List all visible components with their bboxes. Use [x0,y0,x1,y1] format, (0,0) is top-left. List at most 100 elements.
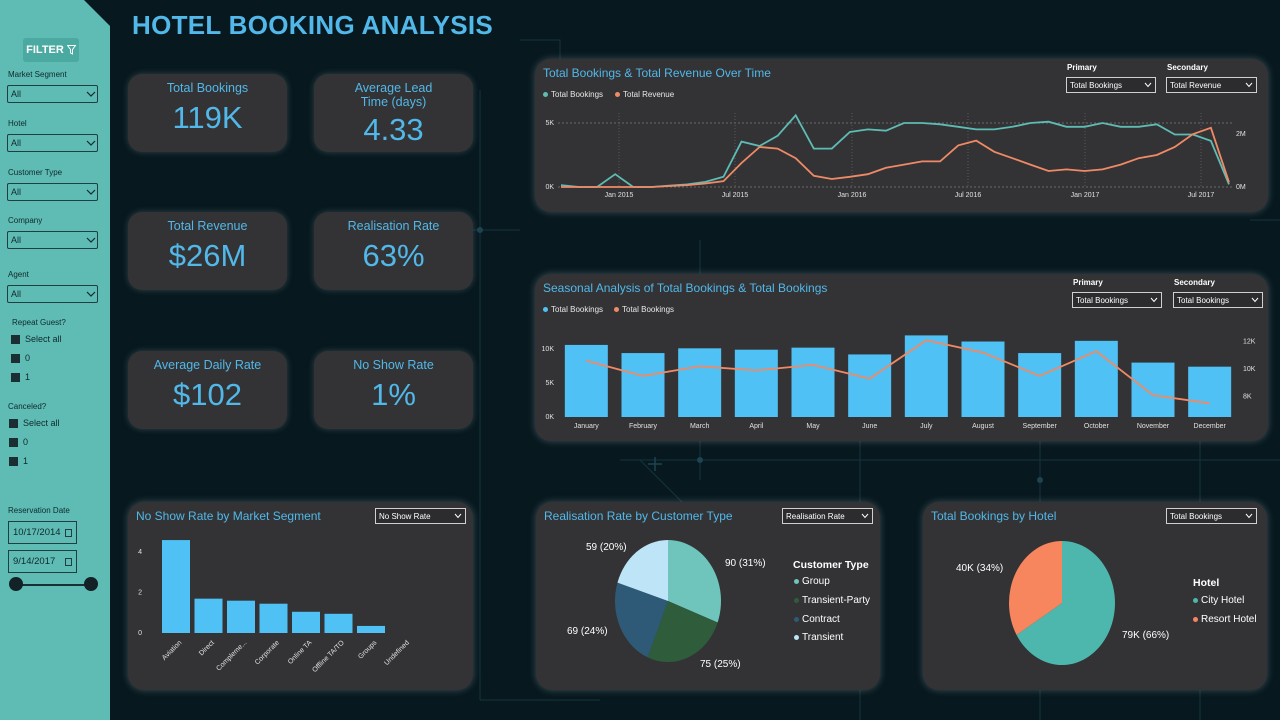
chevron-down-icon [86,291,96,297]
option-label: Select all [25,334,62,344]
date-slider-track[interactable] [15,584,91,586]
canceled-option-0[interactable]: 0 [9,437,28,447]
filter-title: FILTER [26,44,64,56]
kpi-value: 119K [172,100,243,135]
slice-label-resort-hotel: 40K (34%) [956,563,1004,574]
seasonal-panel: Seasonal Analysis of Total Bookings & To… [535,274,1268,441]
dashboard-title: HOTEL BOOKING ANALYSIS [132,10,494,40]
bar-november [1131,362,1175,417]
x-tick-label: Jul 2017 [1188,192,1215,199]
option-label: 1 [25,372,31,382]
bar-july [904,335,948,417]
repeat-guest-option-0[interactable]: 0 [11,353,30,363]
customer-type-value: All [11,187,22,197]
x-tick-label: Aviation [161,639,184,662]
y-tick-label: 5K [545,120,554,127]
date-slider-end-handle[interactable] [84,577,98,591]
slice-label-contract: 69 (24%) [567,626,608,637]
kpi-value: $26M [168,238,247,273]
checkbox-icon [11,353,20,363]
customer-type-select[interactable]: All [7,183,98,201]
x-tick-label: December [1194,423,1227,430]
legend-label: Contract [802,614,840,625]
kpi-label: No Show Rate [353,358,434,372]
x-tick-label: Compleme... [215,639,248,672]
kpi-total-bookings: Total Bookings 119K [128,74,287,152]
x-tick-label: September [1023,423,1058,430]
legend-marker [1193,617,1198,622]
legend-title: Customer Type [793,559,869,571]
end-date-value: 9/14/2017 [13,556,56,567]
x-tick-label: February [629,423,658,430]
reservation-date-label: Reservation Date [8,506,70,515]
bar-0 [162,540,190,633]
option-label: 1 [23,456,29,466]
company-label: Company [8,216,43,225]
no-show-panel: No Show Rate by Market Segment No Show R… [128,502,473,690]
kpi-label: Total Revenue [167,219,248,233]
canceled-label: Canceled? [8,402,47,411]
calendar-icon[interactable] [65,529,72,537]
date-slider-start-handle[interactable] [9,577,23,591]
bar-april [734,349,778,417]
legend-group[interactable]: Group [794,576,830,587]
time-series-panel: Total Bookings & Total Revenue Over Time… [535,59,1268,212]
legend-city-hotel[interactable]: City Hotel [1193,595,1244,606]
agent-select[interactable]: All [7,285,98,303]
legend-marker [794,579,799,584]
end-date-input[interactable]: 9/14/2017 [8,550,77,573]
hotel-label: Hotel [8,119,27,128]
y2-tick-label: 8K [1243,393,1252,400]
no-show-chart: 0 2 4 Aviation Direct Compleme... Corporate Onl… [138,540,411,674]
agent-value: All [11,289,22,299]
market-segment-select[interactable]: All [7,85,98,103]
start-date-input[interactable]: 10/17/2014 [8,521,77,544]
bar-september [1018,353,1062,417]
legend-contract[interactable]: Contract [794,614,840,625]
legend-transient-party[interactable]: Transient-Party [794,595,870,606]
y-tick-label: 2 [138,590,142,597]
market-segment-label: Market Segment [8,70,67,79]
legend-marker [794,635,799,640]
funnel-icon [66,45,76,55]
repeat-guest-option-1[interactable]: 1 [11,372,30,382]
slice-label-group: 90 (31%) [725,558,766,569]
y-tick-label: 0K [545,414,554,421]
option-label: 0 [25,353,31,363]
option-label: 0 [23,437,29,447]
hotel-value: All [11,138,22,148]
x-tick-label: Offline TA/TO [311,639,346,674]
bar-june [848,354,892,417]
x-tick-label: July [920,423,933,430]
bar-4 [292,611,320,633]
legend-transient[interactable]: Transient [794,632,843,643]
x-tick-label: Jul 2016 [955,192,982,199]
bar-3 [259,603,288,633]
y-tick-label: 5K [545,380,554,387]
time-series-chart: 0K 5K 0M 2M Jan 2015 Jul 2015 Jan 2016 Jul 2016… [545,113,1246,199]
x-tick-label: Jan 2015 [605,192,634,199]
slice-label-city-hotel: 79K (66%) [1122,630,1170,641]
bar-1 [194,598,223,633]
x-tick-label: May [806,423,820,430]
kpi-value: $102 [173,377,242,412]
calendar-icon[interactable] [65,558,72,566]
repeat-guest-select-all[interactable]: Select all [11,334,62,344]
x-tick-label: April [749,423,763,430]
hotel-select[interactable]: All [7,134,98,152]
legend-title: Hotel [1193,577,1220,589]
slice-label-transient: 59 (20%) [586,542,627,553]
legend-resort-hotel[interactable]: Resort Hotel [1193,614,1257,625]
x-tick-label: Online TA [287,639,314,666]
bar-december [1188,366,1232,417]
x-tick-label: October [1084,423,1110,430]
filter-header: FILTER [23,38,79,62]
canceled-option-1[interactable]: 1 [9,456,28,466]
canceled-select-all[interactable]: Select all [9,418,60,428]
company-select[interactable]: All [7,231,98,249]
legend-label: City Hotel [1201,595,1245,606]
chevron-down-icon [86,189,96,195]
kpi-no-show-rate: No Show Rate 1% [314,351,473,429]
bar-5 [324,613,353,633]
bar-february [621,353,665,417]
